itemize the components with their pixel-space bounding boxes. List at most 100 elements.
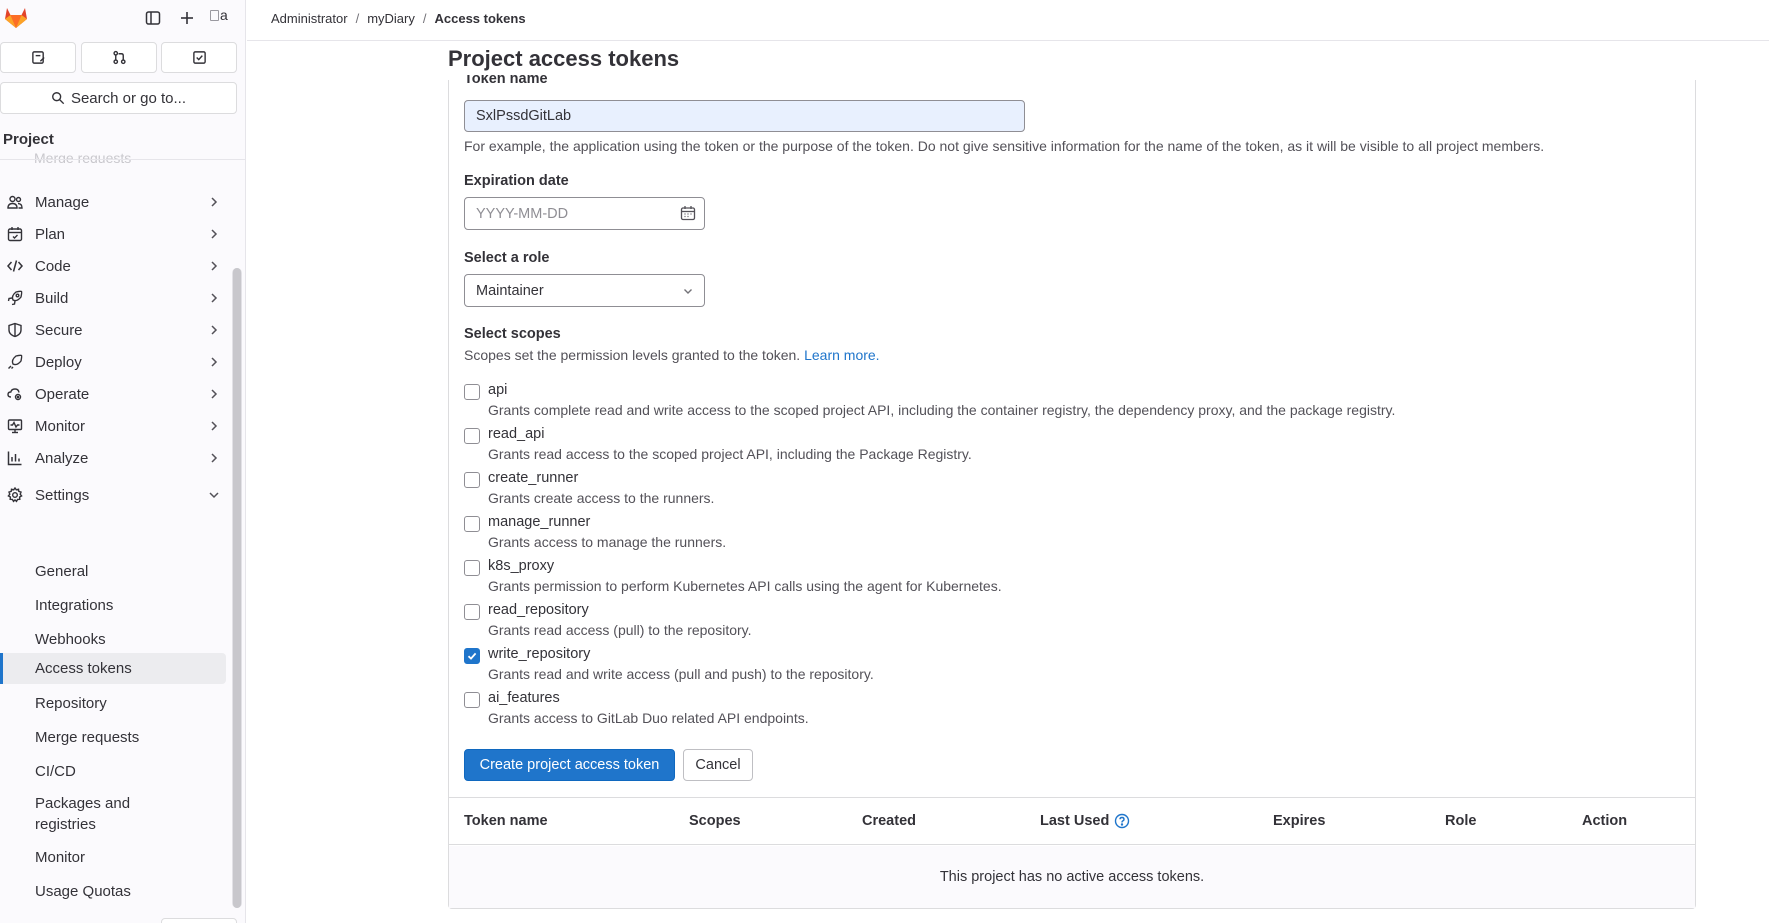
scopes-label: Select scopes <box>464 326 561 342</box>
scope-read-api: read_api Grants read access to the scope… <box>464 424 1664 464</box>
scope-checkbox[interactable] <box>464 472 480 488</box>
sidebar-item-monitor-settings[interactable]: Monitor <box>0 841 226 873</box>
scope-checkbox[interactable] <box>464 560 480 576</box>
scope-description: Grants complete read and write access to… <box>488 402 1396 418</box>
sidebar-item-merge-requests[interactable]: Merge requests <box>0 721 226 753</box>
sidebar-toggle-icon[interactable] <box>143 8 163 28</box>
calendar-icon <box>6 225 24 243</box>
chevron-down-icon <box>209 492 219 499</box>
role-select[interactable]: Maintainer <box>464 274 705 307</box>
page-title: Project access tokens <box>448 46 680 71</box>
sidebar-subitem-label: Integrations <box>35 596 114 614</box>
avatar[interactable]: a <box>210 7 236 29</box>
todos-button[interactable] <box>161 42 237 73</box>
role-select-value: Maintainer <box>476 282 544 299</box>
users-icon <box>6 193 24 211</box>
shield-icon <box>6 321 24 339</box>
check-icon <box>467 652 477 660</box>
sidebar-scrollbar-thumb[interactable] <box>233 268 241 908</box>
sidebar-item-ci-cd[interactable]: CI/CD <box>0 755 226 787</box>
scope-create-runner: create_runner Grants create access to th… <box>464 468 1664 508</box>
chevron-right-icon <box>211 293 218 303</box>
sidebar-section-title: Project <box>3 131 54 148</box>
breadcrumb-item-administrator[interactable]: Administrator <box>271 11 348 26</box>
token-name-help: For example, the application using the t… <box>464 138 1545 154</box>
deploy-rocket-icon <box>6 353 24 371</box>
column-header-action: Action <box>1582 813 1628 829</box>
chevron-right-icon <box>211 421 218 431</box>
sidebar-item-label: Deploy <box>35 353 82 371</box>
column-header-last-used-label: Last Used <box>1040 813 1110 829</box>
scope-checkbox[interactable] <box>464 516 480 532</box>
cancel-button[interactable]: Cancel <box>683 749 753 781</box>
column-header-last-used: Last Used <box>1040 813 1130 829</box>
merge-requests-button[interactable] <box>81 42 157 73</box>
sidebar-item-webhooks[interactable]: Webhooks <box>0 623 226 655</box>
sidebar-item-general[interactable]: General <box>0 555 226 587</box>
expiration-date-label: Expiration date <box>464 173 569 189</box>
sidebar-item-label: Analyze <box>35 449 89 467</box>
scope-checkbox-checked[interactable] <box>464 648 480 664</box>
sidebar-item-repository[interactable]: Repository <box>0 687 226 719</box>
scope-k8s-proxy: k8s_proxy Grants permission to perform K… <box>464 556 1664 596</box>
sidebar-item-label: Operate <box>35 385 90 403</box>
sidebar-item-label: Plan <box>35 225 66 243</box>
sidebar-item-packages-and-registries[interactable]: Packages and registries <box>0 792 226 836</box>
sidebar-subitem-label: Repository <box>35 694 107 712</box>
chevron-right-icon <box>211 453 218 463</box>
sidebar-item-plan[interactable]: Plan <box>0 218 226 250</box>
sidebar-item-build[interactable]: Build <box>0 282 226 314</box>
question-circle-icon[interactable] <box>1114 813 1130 829</box>
breadcrumb-item-access-tokens[interactable]: Access tokens <box>435 11 526 26</box>
search-button[interactable]: Search or go to... <box>0 82 237 114</box>
scope-checkbox[interactable] <box>464 384 480 400</box>
scope-name: manage_runner <box>488 514 591 530</box>
sidebar-item-deploy[interactable]: Deploy <box>0 346 226 378</box>
scope-checkbox[interactable] <box>464 428 480 444</box>
scope-description: Grants permission to perform Kubernetes … <box>488 578 1002 594</box>
sidebar-item-monitor[interactable]: Monitor <box>0 410 226 442</box>
sidebar-bottom-button[interactable] <box>161 918 237 923</box>
sidebar-item-usage-quotas[interactable]: Usage Quotas <box>0 875 226 907</box>
sidebar-item-manage[interactable]: Manage <box>0 186 226 218</box>
scope-name: create_runner <box>488 470 579 486</box>
scope-ai-features: ai_features Grants access to GitLab Duo … <box>464 688 1664 728</box>
scope-api: api Grants complete read and write acces… <box>464 380 1664 420</box>
scope-description: Grants read access to the scoped project… <box>488 446 972 462</box>
plus-icon[interactable] <box>177 8 197 28</box>
sidebar-subitem-label: Access tokens <box>35 660 132 677</box>
sidebar-item-label: Build <box>35 289 69 307</box>
sidebar-item-label: Secure <box>35 321 83 339</box>
sidebar-item-settings[interactable]: Settings <box>0 479 226 511</box>
create-token-button[interactable]: Create project access token <box>464 749 675 781</box>
sidebar-item-operate[interactable]: Operate <box>0 378 226 410</box>
merge-request-icon <box>112 50 126 65</box>
learn-more-link[interactable]: Learn more. <box>804 347 879 363</box>
gitlab-logo-icon[interactable] <box>3 4 29 30</box>
expiration-date-input[interactable] <box>464 197 705 230</box>
scope-description: Grants access to GitLab Duo related API … <box>488 710 809 726</box>
tokens-table-empty-state: This project has no active access tokens… <box>449 846 1695 908</box>
token-name-input[interactable] <box>464 100 1025 132</box>
sidebar-top-bar: a <box>0 0 245 36</box>
scope-checkbox[interactable] <box>464 692 480 708</box>
sidebar-item-label: Settings <box>35 486 90 504</box>
chevron-right-icon <box>211 325 218 335</box>
breadcrumb-item-mydiary[interactable]: myDiary <box>367 11 415 26</box>
issues-button[interactable] <box>0 42 76 73</box>
sidebar-item-access-tokens[interactable]: Access tokens <box>0 653 226 684</box>
sidebar-subitem-label: General <box>35 562 89 580</box>
breadcrumb: Administrator / myDiary / Access tokens <box>271 11 526 26</box>
broken-image-icon <box>210 10 219 21</box>
scope-name: ai_features <box>488 690 560 706</box>
sidebar-divider <box>0 159 245 160</box>
sidebar-item-integrations[interactable]: Integrations <box>0 589 226 621</box>
sidebar-item-code[interactable]: Code <box>0 250 226 282</box>
scope-name: api <box>488 382 508 398</box>
scope-checkbox[interactable] <box>464 604 480 620</box>
sidebar-item-analyze[interactable]: Analyze <box>0 442 226 474</box>
sidebar-item-merge-requests-faded: Merge requests <box>34 153 132 163</box>
scope-description: Grants read access (pull) to the reposit… <box>488 622 752 638</box>
sidebar: a Search or go to... Project Merge reque… <box>0 0 246 923</box>
sidebar-item-secure[interactable]: Secure <box>0 314 226 346</box>
